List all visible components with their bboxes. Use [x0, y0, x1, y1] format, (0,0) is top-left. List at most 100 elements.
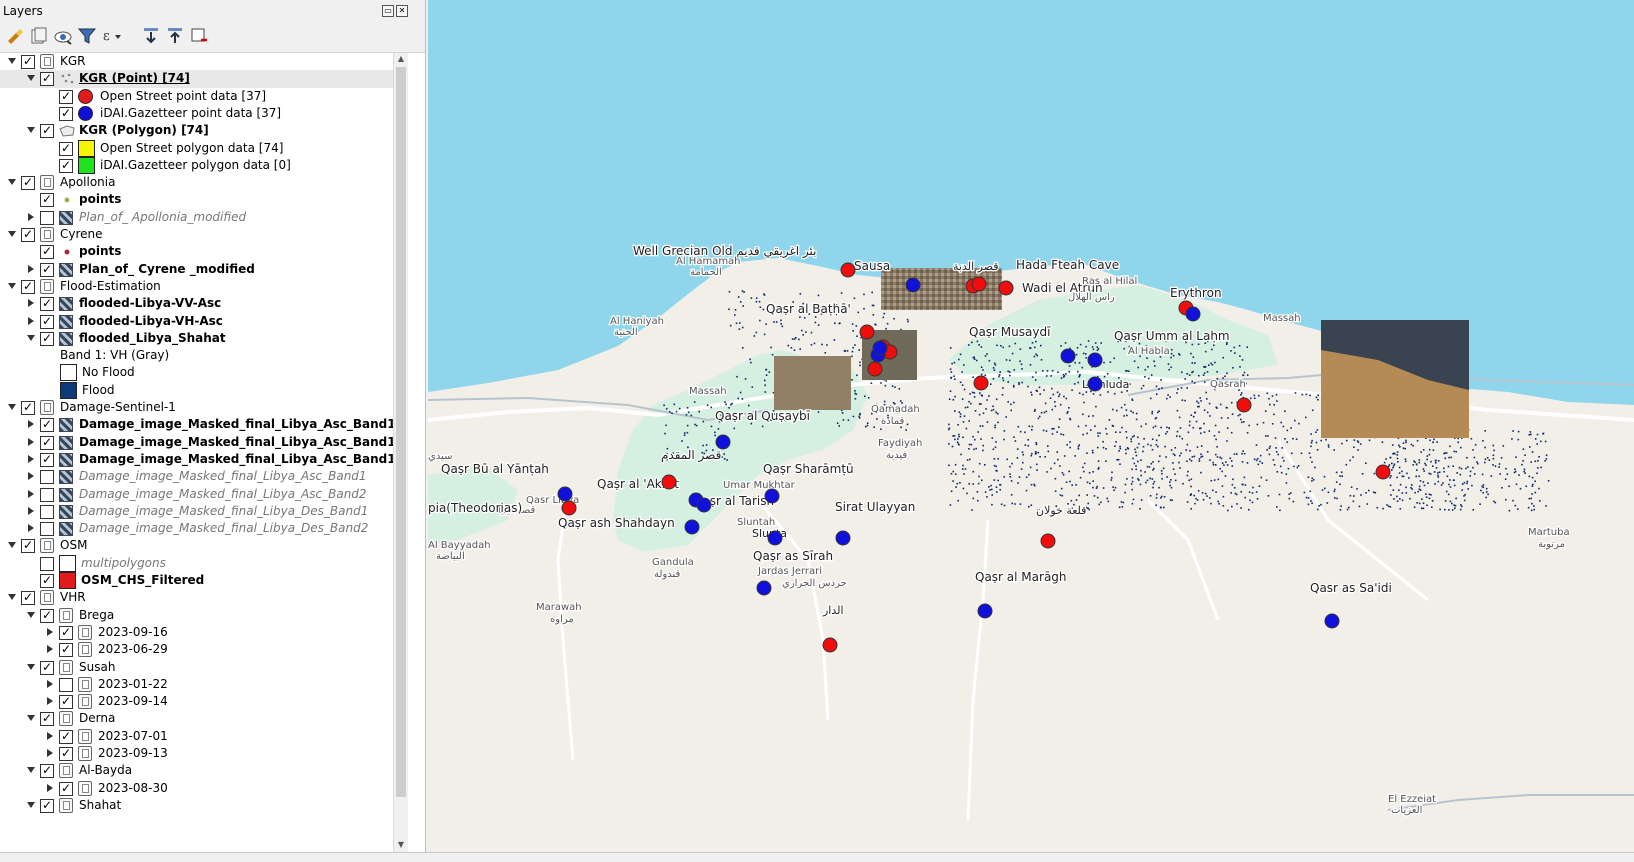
- layer-visibility-checkbox[interactable]: [40, 124, 54, 139]
- layer-visibility-checkbox[interactable]: [21, 401, 35, 415]
- layer-tree-row[interactable]: VHR: [0, 589, 408, 607]
- layer-tree-row[interactable]: KGR (Polygon) [74]: [0, 122, 408, 140]
- collapse-arrow-icon[interactable]: [27, 75, 35, 82]
- layer-tree-scrollbar[interactable]: ▲ ▼: [393, 53, 408, 852]
- collapse-arrow-icon[interactable]: [8, 404, 16, 410]
- layer-tree-row[interactable]: flooded-Libya-VH-Asc: [0, 313, 408, 331]
- layer-visibility-checkbox[interactable]: [59, 695, 73, 710]
- idai-gazetteer-point-marker[interactable]: [764, 488, 780, 504]
- layer-visibility-checkbox[interactable]: [40, 262, 54, 277]
- layer-visibility-checkbox[interactable]: [21, 176, 35, 191]
- expand-arrow-icon[interactable]: [28, 420, 34, 429]
- open-street-point-marker[interactable]: [840, 262, 856, 278]
- layer-visibility-checkbox[interactable]: [59, 781, 73, 796]
- layer-visibility-checkbox[interactable]: [40, 452, 54, 467]
- layer-tree-row[interactable]: iDAI.Gazetteer polygon data [0]: [0, 156, 408, 175]
- layer-visibility-checkbox[interactable]: [59, 677, 73, 692]
- manage-visibility-icon[interactable]: [52, 25, 74, 47]
- layer-tree-row[interactable]: Band 1: VH (Gray): [0, 347, 408, 365]
- add-group-icon[interactable]: [28, 25, 50, 47]
- layer-tree-row[interactable]: KGR (Point) [74]: [0, 70, 408, 89]
- layer-tree-row[interactable]: Cyrene: [0, 226, 408, 244]
- layer-tree-row[interactable]: No Flood: [0, 364, 408, 382]
- open-street-point-marker[interactable]: [867, 361, 883, 377]
- layer-tree-row[interactable]: Al-Bayda: [0, 762, 408, 780]
- expand-all-icon[interactable]: [140, 25, 162, 47]
- collapse-arrow-icon[interactable]: [8, 594, 16, 601]
- idai-gazetteer-point-marker[interactable]: [756, 580, 772, 596]
- open-street-point-marker[interactable]: [971, 276, 987, 292]
- idai-gazetteer-point-marker[interactable]: [696, 497, 712, 513]
- layer-tree-row[interactable]: Flood-Estimation: [0, 278, 408, 296]
- expand-arrow-icon[interactable]: [28, 316, 34, 325]
- scroll-up-icon[interactable]: ▲: [396, 54, 406, 64]
- expand-arrow-icon[interactable]: [28, 437, 34, 446]
- expand-arrow-icon[interactable]: [28, 299, 34, 308]
- open-street-point-marker[interactable]: [822, 637, 838, 653]
- scroll-down-icon[interactable]: ▼: [396, 840, 406, 850]
- layer-visibility-checkbox[interactable]: [21, 279, 35, 294]
- layer-tree-row[interactable]: KGR: [0, 53, 408, 71]
- layer-visibility-checkbox[interactable]: [40, 72, 54, 87]
- layer-visibility-checkbox[interactable]: [40, 314, 54, 329]
- layer-tree-row[interactable]: iDAI.Gazetteer point data [37]: [0, 105, 408, 123]
- layer-tree-row[interactable]: Flood: [0, 381, 408, 400]
- open-street-point-marker[interactable]: [859, 324, 875, 340]
- layer-visibility-checkbox[interactable]: [40, 574, 54, 588]
- layer-tree-row[interactable]: OSM: [0, 537, 408, 555]
- layer-visibility-checkbox[interactable]: [40, 764, 54, 779]
- layer-visibility-checkbox[interactable]: [59, 747, 73, 761]
- layer-tree-row[interactable]: Plan_of_ Cyrene _modified: [0, 261, 408, 279]
- layer-tree-row[interactable]: Susah: [0, 659, 408, 677]
- idai-gazetteer-point-marker[interactable]: [767, 530, 783, 546]
- expand-arrow-icon[interactable]: [47, 679, 53, 688]
- idai-gazetteer-point-marker[interactable]: [872, 340, 888, 356]
- layer-visibility-checkbox[interactable]: [40, 210, 54, 225]
- layer-tree-row[interactable]: 2023-09-13: [0, 745, 408, 763]
- float-panel-icon[interactable]: ▭: [382, 5, 394, 17]
- layer-visibility-checkbox[interactable]: [59, 141, 73, 156]
- expand-arrow-icon[interactable]: [28, 212, 34, 221]
- layer-tree-row[interactable]: 2023-08-30: [0, 780, 408, 798]
- layer-visibility-checkbox[interactable]: [21, 55, 35, 69]
- layer-tree-row[interactable]: Damage_image_Masked_final_Libya_Des_Band…: [0, 503, 408, 521]
- expand-arrow-icon[interactable]: [28, 454, 34, 463]
- layer-visibility-checkbox[interactable]: [59, 729, 73, 744]
- layer-visibility-checkbox[interactable]: [21, 591, 35, 606]
- collapse-arrow-icon[interactable]: [8, 282, 16, 289]
- layer-visibility-checkbox[interactable]: [40, 193, 54, 208]
- layer-tree-row[interactable]: points: [0, 243, 408, 261]
- open-street-point-marker[interactable]: [973, 375, 989, 391]
- collapse-arrow-icon[interactable]: [27, 611, 35, 618]
- expand-arrow-icon[interactable]: [47, 749, 53, 757]
- layer-tree-row[interactable]: multipolygons: [0, 554, 408, 573]
- collapse-arrow-icon[interactable]: [27, 334, 35, 341]
- layer-visibility-checkbox[interactable]: [59, 89, 73, 104]
- layer-tree-row[interactable]: 2023-06-29: [0, 641, 408, 659]
- map-svg[interactable]: Well Grecian Old بئر اغريقي قديمAl Hamam…: [428, 0, 1634, 852]
- open-street-point-marker[interactable]: [1236, 397, 1252, 413]
- idai-gazetteer-point-marker[interactable]: [977, 603, 993, 619]
- layer-visibility-checkbox[interactable]: [59, 625, 73, 640]
- expand-arrow-icon[interactable]: [28, 264, 34, 273]
- layer-visibility-checkbox[interactable]: [40, 487, 54, 502]
- idai-gazetteer-point-marker[interactable]: [1060, 348, 1076, 364]
- layer-visibility-checkbox[interactable]: [40, 331, 54, 346]
- idai-gazetteer-point-marker[interactable]: [1324, 613, 1340, 629]
- remove-layer-icon[interactable]: [188, 25, 210, 47]
- idai-gazetteer-point-marker[interactable]: [1087, 352, 1103, 368]
- layer-tree-row[interactable]: flooded_Libya_Shahat: [0, 330, 408, 348]
- filter-legend-icon[interactable]: [76, 25, 98, 47]
- layer-tree-row[interactable]: 2023-09-14: [0, 693, 408, 711]
- collapse-arrow-icon[interactable]: [27, 127, 35, 134]
- layer-visibility-checkbox[interactable]: [40, 556, 54, 571]
- close-panel-icon[interactable]: ✕: [396, 5, 408, 17]
- layer-tree-row[interactable]: Shahat: [0, 797, 408, 815]
- layer-tree-row[interactable]: Damage_image_Masked_final_Libya_Asc_Band…: [0, 468, 408, 486]
- collapse-arrow-icon[interactable]: [8, 542, 16, 549]
- collapse-arrow-icon[interactable]: [27, 715, 35, 722]
- expand-arrow-icon[interactable]: [28, 472, 34, 481]
- layer-tree-row[interactable]: Open Street polygon data [74]: [0, 139, 408, 158]
- idai-gazetteer-point-marker[interactable]: [835, 530, 851, 546]
- layer-visibility-checkbox[interactable]: [40, 297, 54, 312]
